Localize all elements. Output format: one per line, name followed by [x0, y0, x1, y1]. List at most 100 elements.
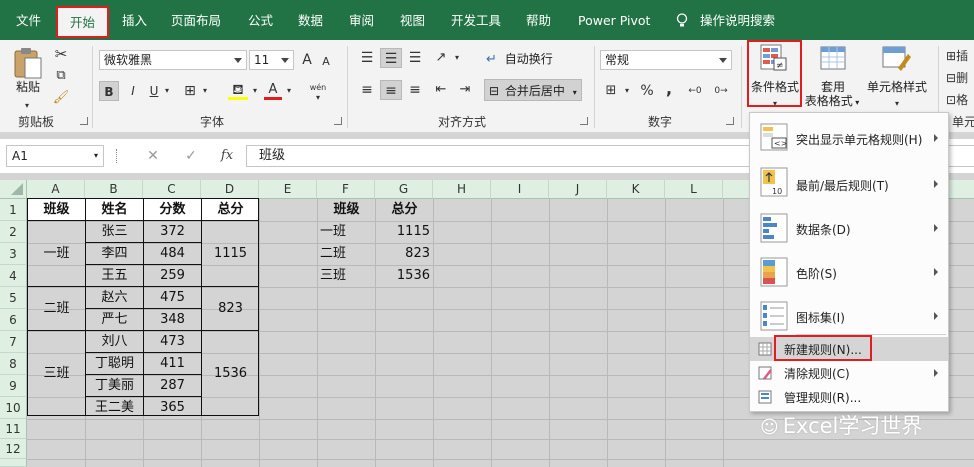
- score-cell[interactable]: 475: [144, 287, 201, 308]
- name-cell[interactable]: 赵六: [86, 287, 143, 308]
- tab-help[interactable]: 帮助: [526, 10, 551, 32]
- delete-cells-button[interactable]: ⊟删: [946, 68, 974, 88]
- format-cells-button[interactable]: ⊡格: [946, 90, 974, 110]
- font-color-icon[interactable]: A: [264, 80, 282, 100]
- clipboard-launcher-icon[interactable]: [80, 117, 88, 125]
- align-top-icon[interactable]: ☰: [356, 48, 378, 68]
- score-cell[interactable]: 259: [144, 265, 201, 286]
- increase-indent-icon[interactable]: ⇥: [454, 80, 476, 100]
- cell-styles-icon[interactable]: [882, 46, 912, 74]
- column-header-j[interactable]: J: [549, 180, 607, 199]
- table1-header-class[interactable]: 班级: [28, 199, 85, 220]
- formula-bar-grip[interactable]: [116, 149, 118, 163]
- merge-center-button[interactable]: ⊟ 合并后居中 ▾: [484, 79, 582, 101]
- phonetic-dropdown-icon[interactable]: ▾: [306, 88, 330, 108]
- shrink-font-button[interactable]: A: [318, 52, 334, 72]
- percent-style-button[interactable]: %: [638, 81, 656, 101]
- cancel-icon[interactable]: ✕: [144, 146, 162, 166]
- class-cell[interactable]: 三班: [28, 363, 85, 384]
- tab-data[interactable]: 数据: [298, 10, 323, 32]
- row-header-2[interactable]: 2: [0, 221, 27, 243]
- table2-header-class[interactable]: 班级: [318, 199, 375, 220]
- align-left-icon[interactable]: ≡: [356, 80, 378, 100]
- row-header-11[interactable]: 11: [0, 419, 27, 439]
- table2-total-cell[interactable]: 1115: [376, 221, 430, 242]
- name-cell[interactable]: 王五: [86, 265, 143, 286]
- chevron-down-icon[interactable]: [234, 58, 242, 63]
- orientation-icon[interactable]: ↗: [430, 48, 452, 68]
- chevron-down-icon[interactable]: [281, 58, 289, 63]
- name-cell[interactable]: 丁美丽: [86, 375, 143, 396]
- column-header-b[interactable]: B: [85, 180, 143, 199]
- tell-me-search[interactable]: 操作说明搜索: [700, 10, 775, 32]
- decrease-indent-icon[interactable]: ⇤: [430, 80, 452, 100]
- copy-icon[interactable]: ⧉: [50, 66, 72, 86]
- paste-icon[interactable]: [12, 46, 44, 80]
- table2-class-cell[interactable]: 一班: [320, 221, 375, 242]
- cell-styles-dropdown-icon[interactable]: ▾: [892, 94, 902, 114]
- table1-header-name[interactable]: 姓名: [86, 199, 143, 220]
- align-bottom-icon[interactable]: ☰: [404, 48, 426, 68]
- row-header-10[interactable]: 10: [0, 397, 27, 419]
- column-header-g[interactable]: G: [375, 180, 433, 199]
- table2-class-cell[interactable]: 三班: [320, 265, 375, 286]
- increase-decimal-icon[interactable]: ←0: [684, 81, 706, 101]
- comma-style-button[interactable]: ,: [662, 79, 676, 99]
- menu-item-color-scales[interactable]: 色阶(S): [750, 251, 948, 293]
- column-header-f[interactable]: F: [317, 180, 375, 199]
- underline-dropdown-icon[interactable]: ▾: [162, 81, 172, 101]
- underline-button[interactable]: U: [146, 81, 162, 101]
- number-launcher-icon[interactable]: [726, 117, 734, 125]
- paste-label[interactable]: 粘贴: [12, 80, 44, 95]
- tab-review[interactable]: 审阅: [349, 10, 374, 32]
- number-format-combo[interactable]: 常规: [600, 50, 732, 70]
- accounting-dropdown-icon[interactable]: ▾: [622, 81, 632, 101]
- chevron-down-icon[interactable]: ▾: [94, 146, 98, 166]
- format-painter-icon[interactable]: 🖌: [50, 88, 72, 108]
- table2-header-total[interactable]: 总分: [376, 199, 433, 220]
- format-as-table-icon[interactable]: [820, 46, 848, 74]
- name-cell[interactable]: 张三: [86, 221, 143, 242]
- menu-item-top-bottom[interactable]: 10 最前/最后规则(T): [750, 161, 948, 203]
- score-cell[interactable]: 484: [144, 243, 201, 264]
- score-cell[interactable]: 473: [144, 331, 201, 352]
- chevron-down-icon[interactable]: ▾: [853, 98, 859, 107]
- chevron-down-icon[interactable]: ▾: [573, 88, 577, 97]
- total-cell[interactable]: 1115: [202, 243, 259, 264]
- total-cell[interactable]: 1536: [202, 363, 259, 384]
- format-as-table-label-2[interactable]: 表格格式 ▾: [802, 94, 862, 110]
- fill-color-dropdown-icon[interactable]: ▾: [250, 81, 260, 101]
- menu-item-clear-rules[interactable]: 清除规则(C): [750, 361, 948, 385]
- row-header-3[interactable]: 3: [0, 243, 27, 265]
- table2-total-cell[interactable]: 823: [376, 243, 430, 264]
- menu-item-manage-rules[interactable]: 管理规则(R)...: [750, 385, 948, 409]
- align-middle-icon[interactable]: ☰: [380, 48, 402, 68]
- table2-total-cell[interactable]: 1536: [376, 265, 430, 286]
- row-header-5[interactable]: 5: [0, 287, 27, 309]
- score-cell[interactable]: 365: [144, 397, 201, 418]
- insert-function-icon[interactable]: fx: [216, 146, 238, 166]
- font-launcher-icon[interactable]: [334, 117, 342, 125]
- table2-class-cell[interactable]: 二班: [320, 243, 375, 264]
- font-name-combo[interactable]: 微软雅黑: [99, 50, 247, 70]
- tab-developer[interactable]: 开发工具: [451, 10, 501, 32]
- row-header-9[interactable]: 9: [0, 375, 27, 397]
- score-cell[interactable]: 372: [144, 221, 201, 242]
- name-cell[interactable]: 丁聪明: [86, 353, 143, 374]
- menu-item-icon-sets[interactable]: 图标集(I): [750, 295, 948, 337]
- row-header-4[interactable]: 4: [0, 265, 27, 287]
- fill-color-icon[interactable]: ⛾: [228, 80, 248, 100]
- select-all-corner[interactable]: [0, 180, 27, 199]
- column-header-a[interactable]: A: [27, 180, 85, 199]
- row-header-6[interactable]: 6: [0, 309, 27, 331]
- cut-icon[interactable]: ✂: [50, 44, 72, 64]
- name-cell[interactable]: 严七: [86, 309, 143, 330]
- tab-home[interactable]: 开始: [56, 6, 110, 38]
- grow-font-button[interactable]: A: [298, 50, 316, 70]
- total-cell[interactable]: 823: [202, 298, 259, 319]
- row-header-7[interactable]: 7: [0, 331, 27, 353]
- table1-header-score[interactable]: 分数: [144, 199, 201, 220]
- score-cell[interactable]: 411: [144, 353, 201, 374]
- name-cell[interactable]: 李四: [86, 243, 143, 264]
- font-color-dropdown-icon[interactable]: ▾: [284, 81, 294, 101]
